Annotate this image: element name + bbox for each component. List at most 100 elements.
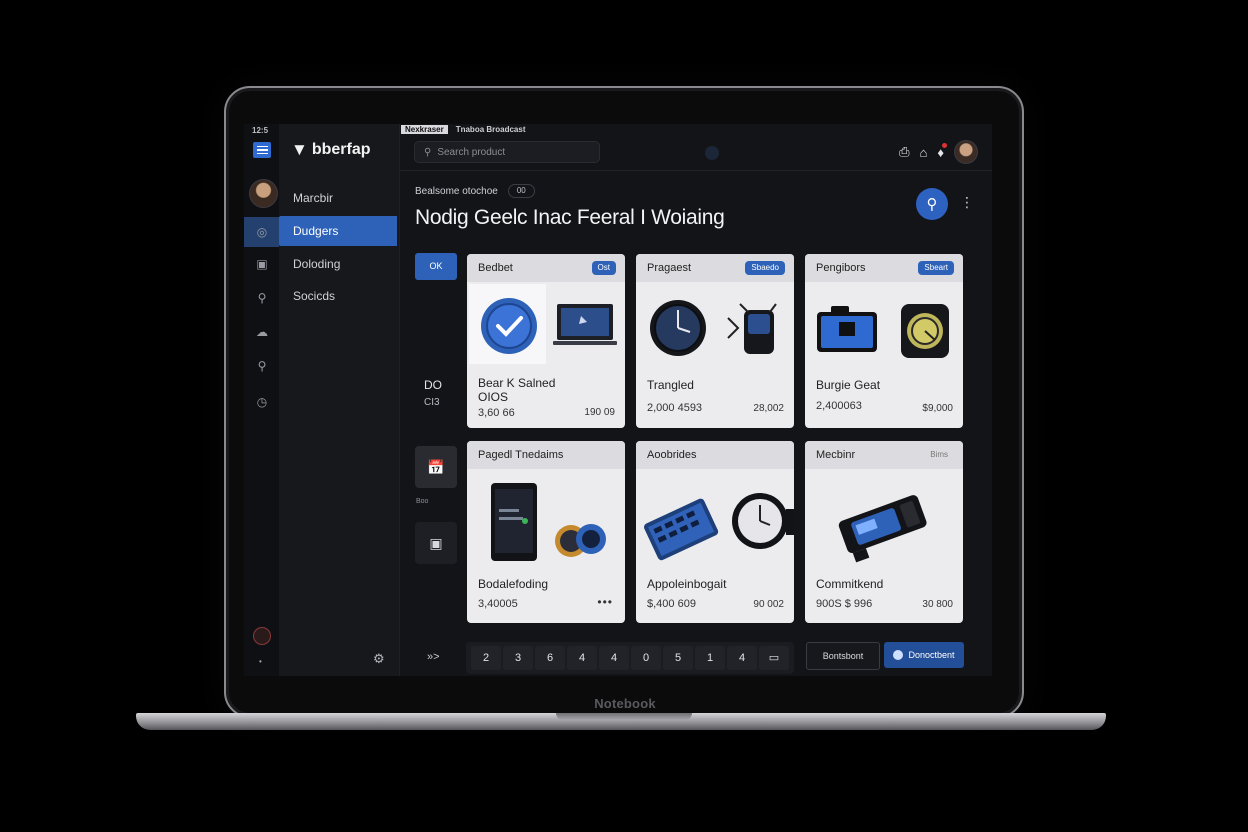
card-header: Aoobrides [636, 441, 794, 469]
app-screen: 12:5 ◎ ▣ ⚲ ☁ ⚲ ◷ • ▼ bberfap Marcbir Dud… [244, 124, 992, 676]
mini-stat-2: CI3 [424, 397, 440, 408]
gear-icon[interactable]: ⚙ [373, 651, 385, 667]
search-icon: ⚲ [424, 146, 432, 158]
ok-button[interactable]: OK [415, 253, 457, 280]
card-title: Pagedl Tnedaims [478, 449, 564, 461]
page-title: Nodig Geelc Inac Feeral I Woiaing [415, 206, 725, 229]
page-button[interactable]: 4 [727, 646, 757, 670]
card-title: Pengibors [816, 262, 866, 274]
calendar-tile[interactable]: 📅 [415, 446, 457, 488]
primary-button[interactable]: Donoctbent [884, 642, 964, 668]
calendar-icon: 📅 [427, 458, 445, 475]
sidebar-item-dudgers[interactable]: Dudgers [279, 216, 397, 246]
card-name: Burgie Geat [816, 378, 881, 392]
card-title: Pragaest [647, 262, 692, 274]
sidebar: ▼ bberfap Marcbir Dudgers Doloding Socic… [279, 124, 400, 676]
card-image [805, 469, 963, 563]
product-card[interactable]: Mecbinr Bims Commitkend 900S $ 996 30 80… [805, 441, 963, 623]
circle-icon[interactable]: ◎ [254, 224, 270, 240]
tab-strip: Nexkraser Tnaboa Broadcast [401, 125, 530, 134]
clock-icon[interactable]: ◷ [254, 394, 270, 410]
card-header: Pengibors Sbeart [805, 254, 963, 282]
product-card[interactable]: Pengibors Sbeart Burgie Geat 2,400063 $9… [805, 254, 963, 428]
card-title: Bedbet [478, 262, 513, 274]
app-logo[interactable]: ▼ bberfap [291, 140, 371, 160]
card-price: 30 800 [922, 599, 953, 610]
folder-icon: ▣ [429, 534, 443, 551]
card-image [467, 469, 625, 561]
card-price: $9,000 [922, 403, 953, 414]
card-tag [773, 448, 785, 462]
page-button[interactable]: 4 [567, 646, 597, 670]
card-tag: Bims [930, 450, 948, 459]
more-options-icon[interactable]: ⋮ [960, 194, 974, 211]
page-button[interactable]: 2 [471, 646, 501, 670]
card-value: 2,400063 [816, 400, 862, 412]
profile-icon[interactable] [253, 627, 271, 645]
home-icon[interactable]: ⌂ [920, 145, 928, 160]
card-image [805, 282, 963, 372]
card-name: Appoleinbogait [647, 577, 727, 591]
product-card[interactable]: Pagedl Tnedaims Bodalefoding 3,40005 ••• [467, 441, 625, 623]
logo-text: bberfap [311, 141, 371, 158]
document-icon[interactable]: ▣ [254, 256, 270, 272]
page-button[interactable]: 4 [599, 646, 629, 670]
notification-icon[interactable]: ♦ [937, 142, 947, 160]
more-icon[interactable]: ••• [597, 595, 613, 609]
card-header: Mecbinr Bims [805, 441, 963, 469]
tab-second[interactable]: Tnaboa Broadcast [452, 125, 530, 134]
user-avatar[interactable] [954, 140, 978, 164]
page-button[interactable]: 3 [503, 646, 533, 670]
breadcrumb-text[interactable]: Bealsome otochoe [415, 186, 498, 197]
secondary-button[interactable]: Bontsbont [806, 642, 880, 670]
search-input[interactable]: ⚲ Search product [414, 141, 600, 163]
shield-icon [893, 650, 904, 660]
card-tag[interactable]: Sbeart [918, 261, 954, 275]
menu-icon[interactable] [253, 142, 271, 158]
product-card[interactable]: Bedbet Ost Bear K Salned OIOS 3,60 66 19… [467, 254, 625, 428]
icon-rail: 12:5 ◎ ▣ ⚲ ☁ ⚲ ◷ • [244, 124, 279, 676]
product-card[interactable]: Pragaest Sbaedo Trangled 2,000 4593 28,0… [636, 254, 794, 428]
page-button[interactable]: 1 [695, 646, 725, 670]
card-name: Bodalefoding [478, 577, 549, 591]
card-price: 90 002 [753, 599, 784, 610]
camera-icon[interactable]: ⎙ [899, 144, 909, 160]
sidebar-item-doloding[interactable]: Doloding [279, 249, 397, 279]
breadcrumb: Bealsome otochoe 00 [415, 184, 535, 198]
card-value: 3,60 66 [478, 407, 515, 419]
card-title: Aoobrides [647, 449, 697, 461]
search-fab-button[interactable]: ⚲ [916, 188, 948, 220]
folder-tile[interactable]: ▣ [415, 522, 457, 564]
top-bar: Nexkraser Tnaboa Broadcast ⚲ Search prod… [399, 124, 992, 171]
card-value: 2,000 4593 [647, 402, 703, 414]
pin-icon[interactable]: ⚲ [254, 358, 270, 374]
page-button[interactable]: 6 [535, 646, 565, 670]
card-name: Trangled [647, 378, 694, 392]
mini-stat-1: DO [424, 378, 442, 392]
cloud-icon[interactable]: ☁ [254, 324, 270, 340]
laptop-brand-label: Notebook [594, 696, 656, 711]
page-button[interactable]: 0 [631, 646, 661, 670]
logo-icon: ▼ [291, 140, 308, 159]
card-name: Bear K Salned OIOS [478, 376, 556, 404]
breadcrumb-pill[interactable]: 00 [507, 184, 535, 198]
card-tag[interactable]: Ost [591, 261, 616, 275]
pagination: 2 3 6 4 4 0 5 1 4 ▭ [466, 642, 794, 674]
card-image [636, 282, 794, 372]
dot-icon: • [259, 657, 262, 666]
search-icon[interactable]: ⚲ [254, 290, 270, 306]
sidebar-item-socicds[interactable]: Socicds [279, 281, 397, 311]
card-header: Pragaest Sbaedo [636, 254, 794, 282]
card-tag[interactable]: Sbaedo [745, 261, 785, 275]
window-icon[interactable]: ▭ [759, 646, 789, 670]
page-button[interactable]: 5 [663, 646, 693, 670]
tab-first[interactable]: Nexkraser [401, 125, 448, 134]
product-card[interactable]: Aoobrides Appoleinbogait $,400 609 90 00… [636, 441, 794, 623]
card-price: 28,002 [753, 403, 784, 414]
card-header: Pagedl Tnedaims [467, 441, 625, 469]
avatar[interactable] [249, 179, 278, 208]
card-image [636, 469, 794, 561]
card-name: Commitkend [816, 577, 884, 591]
pager-prev-button[interactable]: »> [427, 651, 440, 663]
sidebar-item-marcbir[interactable]: Marcbir [279, 183, 397, 213]
